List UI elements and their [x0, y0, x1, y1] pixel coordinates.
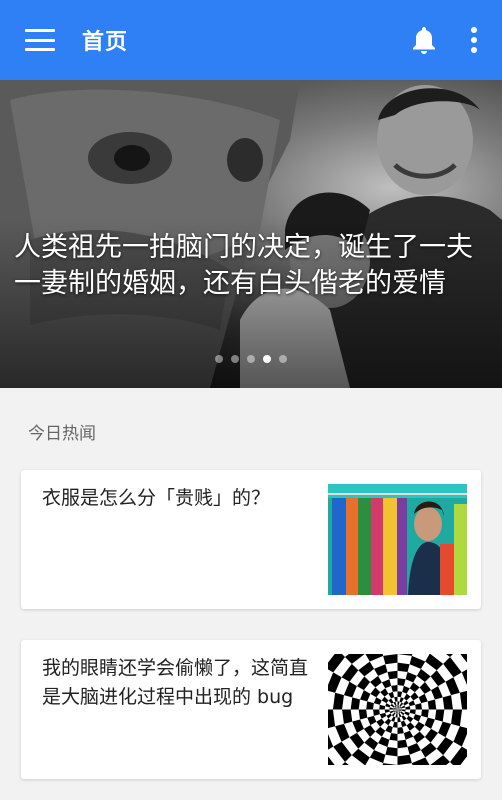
more-vert-icon — [471, 27, 477, 53]
carousel-dot[interactable] — [279, 355, 287, 363]
story-thumbnail — [328, 484, 467, 595]
carousel-dot-active[interactable] — [263, 355, 271, 363]
section-title: 今日热闻 — [28, 424, 96, 444]
hamburger-menu-icon — [25, 29, 55, 51]
hero-caption: 人类祖先一拍脑门的决定，诞生了一夫一妻制的婚姻，还有白头偕老的爱情 — [14, 232, 473, 299]
carousel-dot[interactable] — [215, 355, 223, 363]
menu-button[interactable] — [20, 20, 60, 60]
optical-illusion-checker-thumbnail — [328, 654, 467, 765]
overflow-menu-button[interactable] — [462, 20, 486, 60]
story-title: 衣服是怎么分「贵贱」的？ — [42, 487, 271, 509]
carousel-dot[interactable] — [231, 355, 239, 363]
story-title: 我的眼睛还学会偷懒了，这简直是大脑进化过程中出现的 bug — [42, 657, 309, 708]
story-thumbnail — [328, 654, 467, 765]
bell-icon — [413, 27, 435, 54]
story-card[interactable]: 衣服是怎么分「贵贱」的？ — [21, 470, 481, 609]
notifications-button[interactable] — [404, 20, 444, 60]
app-bar: 首页 — [0, 0, 502, 80]
clothing-rack-thumbnail — [328, 484, 467, 595]
story-card[interactable]: 我的眼睛还学会偷懒了，这简直是大脑进化过程中出现的 bug — [21, 640, 481, 779]
carousel-indicator — [0, 355, 502, 363]
hero-banner[interactable]: 人类祖先一拍脑门的决定，诞生了一夫一妻制的婚姻，还有白头偕老的爱情 — [0, 80, 502, 388]
page-title: 首页 — [82, 30, 129, 55]
carousel-dot[interactable] — [247, 355, 255, 363]
